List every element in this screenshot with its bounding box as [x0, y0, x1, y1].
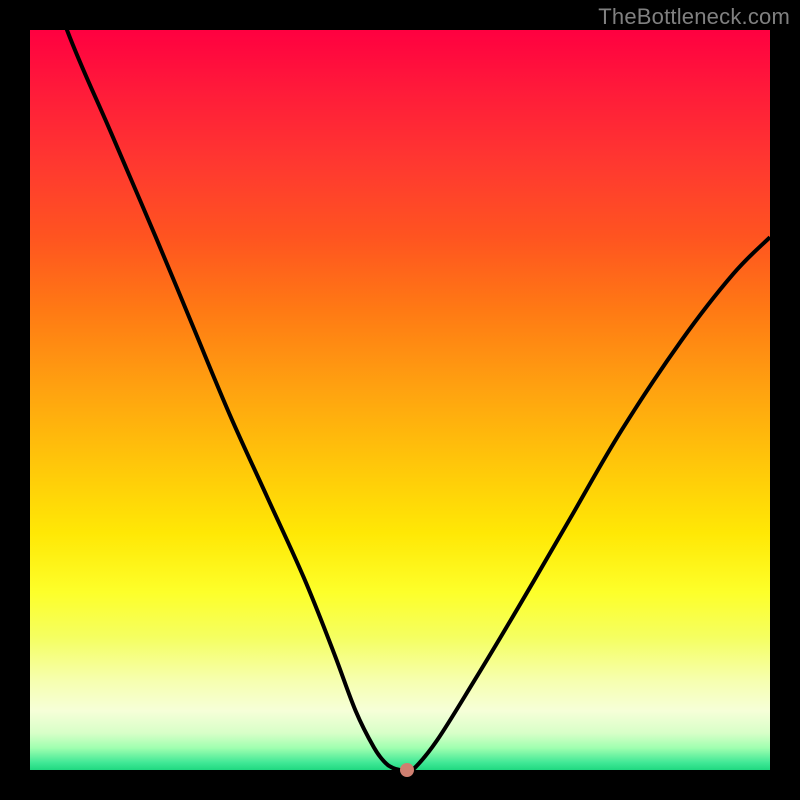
- plot-area: [30, 30, 770, 770]
- optimal-point-marker: [400, 763, 414, 777]
- bottleneck-curve: [30, 30, 770, 770]
- watermark-text: TheBottleneck.com: [598, 4, 790, 30]
- curve-path: [30, 30, 770, 770]
- chart-container: TheBottleneck.com: [0, 0, 800, 800]
